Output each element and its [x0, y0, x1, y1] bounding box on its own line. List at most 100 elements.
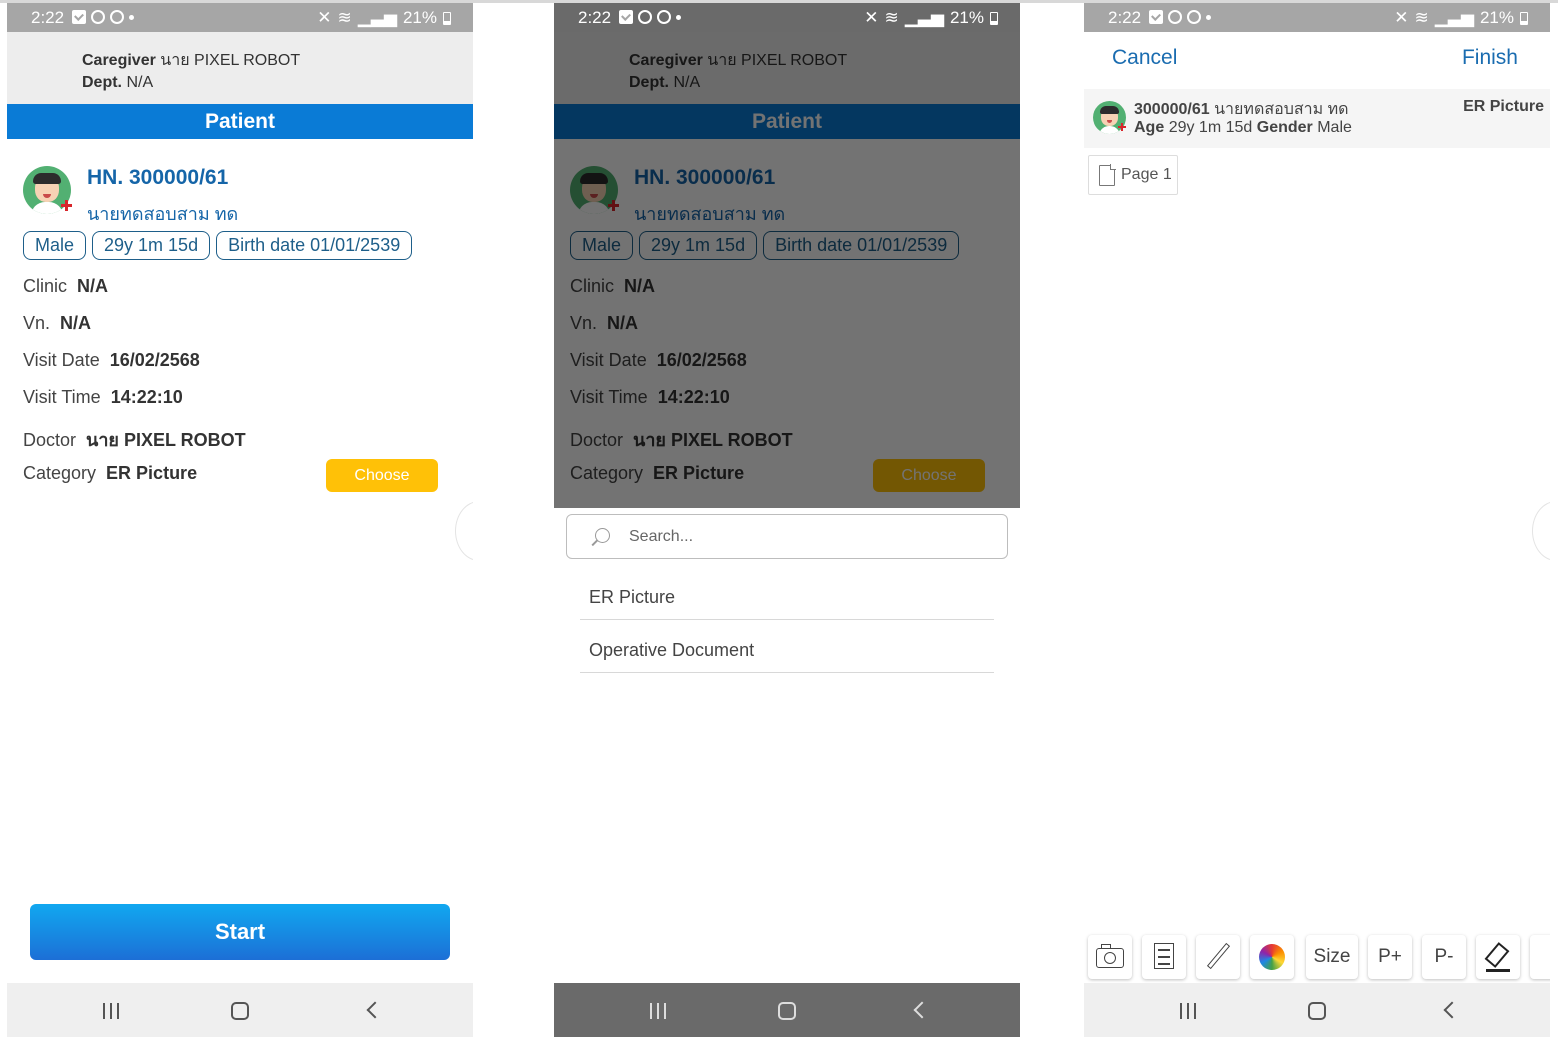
- battery-icon: [990, 11, 998, 25]
- system-nav-bar: [554, 983, 1020, 1037]
- patient-summary-name: นายทดสอบสาม ทด: [1214, 101, 1349, 118]
- status-time: 2:22: [578, 8, 612, 27]
- page-remove-button[interactable]: P-: [1422, 935, 1466, 979]
- status-time: 2:22: [31, 8, 65, 27]
- start-button[interactable]: Start: [30, 904, 450, 960]
- recent-apps-icon[interactable]: [103, 1003, 121, 1019]
- patient-screen: 2:22 ✕ ≋ ▁▃▅ 21% Caregiver นาย PIXEL ROB…: [7, 3, 473, 1037]
- sync-notification-icon: [1187, 10, 1201, 24]
- size-button[interactable]: Size: [1306, 935, 1358, 979]
- more-notifications-icon: [1206, 15, 1211, 20]
- more-notifications-icon: [129, 15, 134, 20]
- page-icon: [1099, 164, 1116, 186]
- home-icon[interactable]: [1308, 1002, 1326, 1020]
- wifi-icon: ≋: [337, 8, 352, 27]
- caregiver-label: Caregiver: [82, 52, 156, 69]
- mute-icon: ✕: [864, 8, 879, 27]
- category-picker-screen: 2:22 ✕ ≋ ▁▃▅ 21% Caregiver นาย PIXEL ROB…: [554, 3, 1020, 1037]
- side-panel-handle[interactable]: [1532, 501, 1550, 561]
- patient-header: Patient: [7, 104, 473, 139]
- color-wheel-icon: [1259, 944, 1285, 970]
- chat-notification-icon: [638, 10, 652, 24]
- battery-percent: 21%: [949, 8, 984, 27]
- visit-time-label: Visit Time: [23, 387, 101, 407]
- visit-date-label: Visit Date: [23, 350, 100, 370]
- search-input[interactable]: [629, 525, 989, 549]
- clinic-row: Clinic N/A: [23, 276, 108, 297]
- status-bar: 2:22 ✕ ≋ ▁▃▅ 21%: [554, 3, 1020, 32]
- system-nav-bar: [7, 983, 473, 1037]
- home-icon[interactable]: [778, 1002, 796, 1020]
- category-option-operative-document[interactable]: Operative Document: [580, 627, 994, 673]
- side-panel-handle[interactable]: [455, 501, 473, 561]
- birthdate-chip: Birth date 01/01/2539: [216, 231, 413, 260]
- page-tab[interactable]: Page 1: [1088, 155, 1178, 195]
- category-option-er-picture[interactable]: ER Picture: [580, 574, 994, 620]
- battery-icon: [443, 11, 451, 25]
- medical-cross-icon: [1118, 123, 1126, 131]
- chat-notification-icon: [91, 10, 105, 24]
- signal-icon: ▁▃▅: [357, 8, 397, 27]
- caregiver-line: Caregiver นาย PIXEL ROBOT: [82, 48, 300, 73]
- pencil-button[interactable]: [1196, 935, 1240, 979]
- dept-value: N/A: [126, 74, 154, 91]
- finish-button[interactable]: Finish: [1462, 46, 1518, 70]
- category-value: ER Picture: [106, 463, 198, 483]
- home-icon[interactable]: [231, 1002, 249, 1020]
- more-tools-button[interactable]: [1530, 935, 1550, 979]
- color-picker-button[interactable]: [1250, 935, 1294, 979]
- vn-value: N/A: [60, 313, 92, 333]
- modal-backdrop[interactable]: [554, 32, 1020, 508]
- cancel-button[interactable]: Cancel: [1112, 46, 1177, 70]
- system-status: ✕ ≋ ▁▃▅ 21%: [864, 8, 998, 28]
- document-category: ER Picture: [1463, 98, 1544, 115]
- check-notification-icon: [72, 10, 86, 24]
- battery-icon: [1520, 11, 1528, 25]
- chat-notification-icon: [1168, 10, 1182, 24]
- system-nav-bar: [1084, 983, 1550, 1037]
- highlighter-button[interactable]: [1476, 935, 1520, 979]
- check-notification-icon: [1149, 10, 1163, 24]
- gender-value: Male: [1317, 119, 1352, 136]
- gender-chip: Male: [23, 231, 87, 260]
- patient-summary-card: 300000/61 นายทดสอบสาม ทด Age 29y 1m 15d …: [1084, 89, 1550, 148]
- doctor-value: นาย PIXEL ROBOT: [86, 430, 246, 450]
- page-add-button[interactable]: P+: [1368, 935, 1412, 979]
- status-time: 2:22: [1108, 8, 1142, 27]
- insert-page-button[interactable]: [1142, 935, 1186, 979]
- gender-label: Gender: [1256, 119, 1313, 136]
- dept-line: Dept. N/A: [82, 74, 153, 92]
- vn-row: Vn. N/A: [23, 313, 91, 334]
- search-icon: [595, 528, 610, 543]
- patient-hn: HN. 300000/61: [87, 166, 229, 189]
- system-status: ✕ ≋ ▁▃▅ 21%: [317, 8, 451, 28]
- age-value: 29y 1m 15d: [1168, 119, 1253, 136]
- age-label: Age: [1134, 119, 1165, 136]
- visit-time-value: 14:22:10: [110, 387, 183, 407]
- signal-icon: ▁▃▅: [904, 8, 944, 27]
- choose-category-button[interactable]: Choose: [326, 459, 438, 492]
- caregiver-box: Caregiver นาย PIXEL ROBOT Dept. N/A: [7, 32, 473, 104]
- document-editor-screen: 2:22 ✕ ≋ ▁▃▅ 21% Cancel Finish 300000/61…: [1084, 3, 1550, 1037]
- recent-apps-icon[interactable]: [650, 1003, 668, 1019]
- battery-percent: 21%: [1479, 8, 1514, 27]
- back-icon[interactable]: [1443, 1001, 1461, 1019]
- notification-icons: [619, 10, 681, 24]
- recent-apps-icon[interactable]: [1180, 1003, 1198, 1019]
- back-icon[interactable]: [913, 1001, 931, 1019]
- check-notification-icon: [619, 10, 633, 24]
- vn-label: Vn.: [23, 313, 51, 333]
- visit-time-row: Visit Time 14:22:10: [23, 387, 183, 408]
- visit-date-value: 16/02/2568: [109, 350, 200, 370]
- doctor-label: Doctor: [23, 430, 77, 450]
- camera-button[interactable]: [1088, 935, 1132, 979]
- patient-name: นายทดสอบสาม ทด: [87, 204, 239, 224]
- patient-summary-hn: 300000/61: [1134, 101, 1210, 118]
- age-chip: 29y 1m 15d: [92, 231, 211, 260]
- back-icon[interactable]: [366, 1001, 384, 1019]
- status-bar: 2:22 ✕ ≋ ▁▃▅ 21%: [1084, 3, 1550, 32]
- notification-icons: [1149, 10, 1211, 24]
- editor-toolbar: Size P+ P-: [1088, 935, 1550, 979]
- status-bar: 2:22 ✕ ≋ ▁▃▅ 21%: [7, 3, 473, 32]
- category-row: Category ER Picture: [23, 463, 197, 484]
